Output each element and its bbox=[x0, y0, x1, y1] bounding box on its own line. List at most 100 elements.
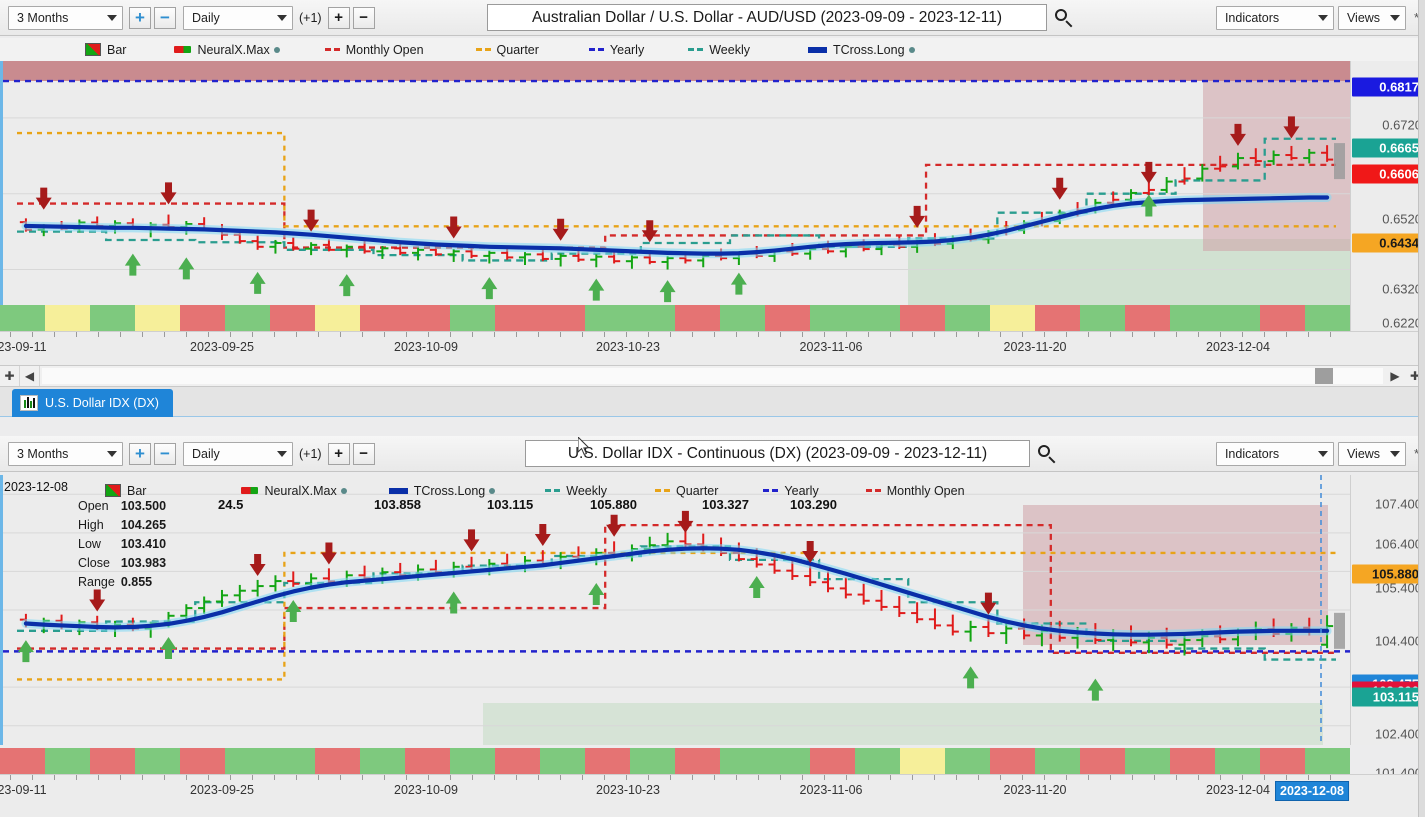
signal-block bbox=[765, 748, 810, 774]
signal-block bbox=[225, 748, 270, 774]
price-tag[interactable]: 0.6434 bbox=[1352, 233, 1424, 253]
legend-settings-dot-icon[interactable] bbox=[908, 46, 915, 53]
chart-aud-usd[interactable]: 0.6720 0.6520 0.6320 0.6220 0.6817 0.6665 0.66… bbox=[0, 61, 1425, 334]
views-label-bottom: Views bbox=[1346, 446, 1381, 461]
mouse-cursor bbox=[578, 437, 590, 456]
search-icon[interactable] bbox=[1054, 8, 1074, 28]
legend-item-monthly-open[interactable]: Monthly Open bbox=[865, 484, 965, 498]
symbol-title-input-bottom[interactable]: U.S. Dollar IDX - Continuous (DX) (2023-… bbox=[525, 440, 1030, 467]
symbol-title-input-top[interactable]: Australian Dollar / U.S. Dollar - AUD/US… bbox=[487, 4, 1047, 31]
signal-block bbox=[540, 305, 585, 331]
panel-scrollbar-row[interactable]: ✚ ◀ ▶ ✚ bbox=[0, 365, 1425, 387]
legend-item-tcross-long[interactable]: TCross.Long bbox=[807, 42, 915, 57]
legend-swatch bbox=[865, 489, 881, 492]
legend-settings-dot-icon[interactable] bbox=[340, 487, 347, 494]
interval-step-up-bottom[interactable]: + bbox=[327, 442, 350, 465]
range-zoom-in-bottom[interactable]: + bbox=[129, 442, 151, 465]
interval-step-up-top[interactable]: + bbox=[327, 6, 350, 29]
range-select-top[interactable]: 3 Months bbox=[8, 5, 123, 30]
legend-item-bar[interactable]: Bar bbox=[105, 484, 146, 498]
legend-swatch bbox=[688, 48, 704, 51]
price-tick: 0.6320 bbox=[1382, 281, 1422, 297]
legend-item-yearly[interactable]: Yearly bbox=[763, 484, 819, 498]
legend-item-bar[interactable]: Bar bbox=[85, 43, 126, 57]
price-tag[interactable]: 105.880 bbox=[1352, 564, 1424, 584]
date-cursor-label: 2023-12-08 bbox=[1275, 781, 1349, 801]
legend-item-monthly-open[interactable]: Monthly Open bbox=[324, 43, 424, 57]
range-zoom-in-top[interactable]: + bbox=[129, 6, 151, 29]
legend-swatch bbox=[655, 489, 671, 492]
signal-block bbox=[540, 748, 585, 774]
date-tick: 2023-10-09 bbox=[394, 340, 458, 354]
legend-swatch bbox=[85, 43, 101, 56]
signal-block bbox=[855, 305, 900, 331]
signal-strip-usd-idx bbox=[0, 748, 1350, 774]
signal-block bbox=[630, 305, 675, 331]
scroll-track[interactable] bbox=[42, 368, 1383, 384]
legend-item-weekly[interactable]: Weekly bbox=[688, 43, 750, 57]
price-tag[interactable]: 0.6606 bbox=[1352, 164, 1424, 184]
ohlc-key: Low bbox=[78, 537, 101, 551]
scroll-left-button[interactable]: ◀ bbox=[20, 366, 40, 386]
legend-value: 103.290 bbox=[790, 497, 837, 512]
indicators-button-top[interactable]: Indicators bbox=[1215, 5, 1334, 30]
range-zoom-out-bottom[interactable]: − bbox=[154, 442, 176, 465]
price-tick: 102.400 bbox=[1375, 726, 1422, 742]
interval-select-bottom[interactable]: Daily bbox=[183, 441, 293, 466]
legend-usd-idx: Bar NeuralX.Max TCross.Long Weekly Quarter Ye… bbox=[85, 479, 1425, 502]
chart-usd-idx[interactable]: 107.400 106.400 105.400 104.400 102.400 101.4… bbox=[0, 475, 1425, 781]
legend-item-quarter[interactable]: Quarter bbox=[475, 43, 539, 57]
legend-item-neuralx-max[interactable]: NeuralX.Max bbox=[174, 42, 280, 57]
search-icon[interactable] bbox=[1037, 444, 1057, 464]
ohlc-readout: Open 103.500 High 104.265 Low 103.410 Close 103… bbox=[78, 497, 172, 592]
signal-block bbox=[990, 748, 1035, 774]
signal-block bbox=[675, 748, 720, 774]
date-tick: 2023-10-09 bbox=[394, 783, 458, 797]
price-axis-aud-usd[interactable]: 0.6720 0.6520 0.6320 0.6220 0.6817 0.6665 0.66… bbox=[1350, 61, 1425, 334]
ohlc-key: Range bbox=[78, 575, 115, 589]
signal-block bbox=[855, 748, 900, 774]
add-panel-icon[interactable]: ✚ bbox=[0, 366, 20, 386]
legend-item-quarter[interactable]: Quarter bbox=[655, 484, 718, 498]
signal-block bbox=[1125, 305, 1170, 331]
interval-step-down-bottom[interactable]: − bbox=[352, 442, 375, 465]
signal-block bbox=[1305, 305, 1350, 331]
chevron-down-icon bbox=[1317, 14, 1328, 21]
range-select-bottom[interactable]: 3 Months bbox=[8, 441, 123, 466]
legend-aud-usd: Bar NeuralX.Max Monthly Open Quarter Yearly W… bbox=[0, 38, 1425, 61]
range-zoom-out-top[interactable]: − bbox=[154, 6, 176, 29]
legend-label: NeuralX.Max bbox=[197, 42, 270, 57]
legend-label: Weekly bbox=[566, 483, 608, 498]
legend-settings-dot-icon[interactable] bbox=[489, 487, 496, 494]
plot-area-usd-idx[interactable] bbox=[3, 475, 1350, 745]
price-tick: 0.6720 bbox=[1382, 117, 1422, 133]
signal-block bbox=[495, 305, 540, 331]
scroll-thumb[interactable] bbox=[1315, 368, 1333, 384]
views-button-top[interactable]: Views bbox=[1337, 5, 1406, 30]
legend-value: 103.327 bbox=[702, 497, 749, 512]
interval-step-down-top[interactable]: − bbox=[352, 6, 375, 29]
legend-item-neuralx-max[interactable]: NeuralX.Max bbox=[241, 484, 347, 498]
interval-select-top[interactable]: Daily bbox=[183, 5, 293, 30]
date-tick: 2023-10-23 bbox=[596, 340, 660, 354]
price-axis-usd-idx[interactable]: 107.400 106.400 105.400 104.400 102.400 101.4… bbox=[1350, 475, 1425, 781]
signal-block bbox=[630, 748, 675, 774]
tab-usd-idx[interactable]: U.S. Dollar IDX (DX) bbox=[12, 389, 173, 417]
date-tick: 2023-11-20 bbox=[1003, 340, 1067, 354]
legend-item-yearly[interactable]: Yearly bbox=[588, 43, 644, 57]
views-button-bottom[interactable]: Views bbox=[1337, 441, 1406, 466]
legend-item-tcross-long[interactable]: TCross.Long bbox=[388, 484, 496, 498]
date-tick: 2023-12-04 bbox=[1206, 340, 1270, 354]
price-tag[interactable]: 0.6665 bbox=[1352, 138, 1424, 158]
price-tag[interactable]: 0.6817 bbox=[1352, 77, 1424, 97]
plot-area-aud-usd[interactable] bbox=[3, 61, 1350, 334]
ohlc-row: Range 0.855 bbox=[78, 573, 172, 592]
legend-item-weekly[interactable]: Weekly bbox=[545, 484, 607, 498]
indicators-button-bottom[interactable]: Indicators bbox=[1215, 441, 1334, 466]
ohlc-row: Close 103.983 bbox=[78, 554, 172, 573]
legend-label: TCross.Long bbox=[832, 42, 905, 57]
scroll-right-button[interactable]: ▶ bbox=[1385, 366, 1405, 386]
legend-settings-dot-icon[interactable] bbox=[273, 46, 280, 53]
ohlc-value: 0.855 bbox=[120, 575, 153, 589]
price-tag[interactable]: 103.115 bbox=[1352, 687, 1424, 707]
